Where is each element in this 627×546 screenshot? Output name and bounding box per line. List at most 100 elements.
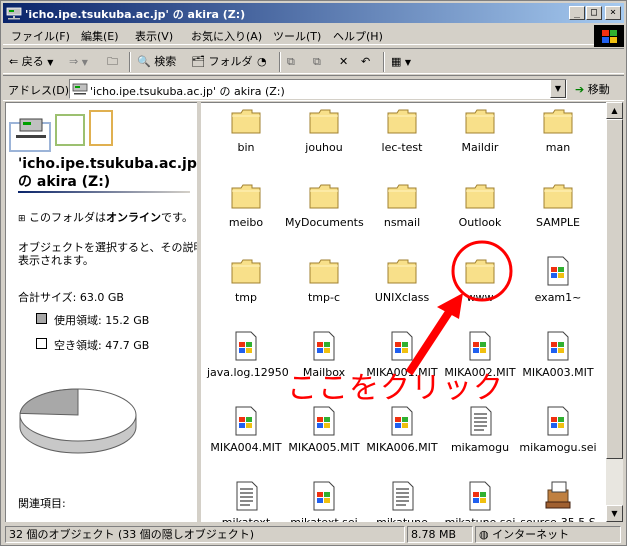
file-name: lec-test — [381, 141, 423, 154]
menu-view[interactable]: 表示(V) — [135, 28, 173, 44]
file-item[interactable]: mikatext.sei — [285, 478, 363, 522]
file-item[interactable]: java.log.12950 — [207, 328, 289, 400]
go-label: 移動 — [587, 83, 610, 96]
file-name: exam1~ — [534, 291, 582, 304]
status-zone-label: インターネット — [492, 528, 570, 541]
address-input[interactable]: 'icho.ipe.tsukuba.ac.jp' の akira (Z:) ▼ — [69, 79, 567, 99]
copy-to-button[interactable]: ⧉ — [313, 53, 321, 71]
folders-button[interactable]: 🗂 フォルダ — [191, 53, 252, 71]
file-name: SAMPLE — [536, 216, 580, 229]
status-size: 8.78 MB — [407, 526, 473, 543]
folder-item[interactable]: UNIXclass — [363, 253, 441, 325]
status-bar: 32 個のオブジェクト (33 個の隠しオブジェクト) 8.78 MB ◍ イン… — [3, 524, 624, 544]
menu-favorites[interactable]: お気に入り(A) — [191, 28, 262, 44]
online-suffix: です。 — [161, 211, 193, 224]
file-item[interactable]: MIKA006.MIT — [363, 403, 441, 475]
text-document-icon — [392, 481, 414, 511]
scroll-down-button[interactable]: ▼ — [606, 505, 623, 522]
file-item[interactable]: mikatune.sei — [441, 478, 519, 522]
windows-file-icon — [235, 406, 257, 436]
undo-button[interactable]: ↶ — [361, 53, 370, 71]
online-prefix: このフォルダは — [29, 211, 107, 224]
up-folder-icon: 🗀 — [107, 55, 118, 68]
file-item[interactable]: mikatext — [207, 478, 285, 522]
file-name: UNIXclass — [374, 291, 430, 304]
go-button[interactable]: ➔ 移動 — [575, 81, 610, 97]
file-item[interactable]: mikatune — [363, 478, 441, 522]
menu-help[interactable]: ヘルプ(H) — [333, 28, 383, 44]
vertical-scrollbar[interactable]: ▲ ▼ — [606, 102, 623, 522]
search-label: 検索 — [154, 55, 177, 68]
forward-button[interactable]: ⇒ ▼ — [69, 53, 88, 71]
folder-item[interactable]: lec-test — [363, 103, 441, 175]
folder-item[interactable]: Maildir — [441, 103, 519, 175]
close-button[interactable]: × — [605, 6, 621, 20]
maximize-button[interactable]: □ — [586, 6, 602, 20]
folders-icon: 🗂 — [191, 55, 205, 68]
menu-file[interactable]: ファイル(F) — [11, 28, 70, 44]
title-bar[interactable]: 'icho.ipe.tsukuba.ac.jp' の akira (Z:) _ … — [3, 3, 624, 23]
click-here-annotation: ここをクリック — [287, 371, 504, 406]
folder-item[interactable]: bin — [207, 103, 285, 175]
folder-item[interactable]: tmp-c — [285, 253, 363, 325]
title-divider — [18, 191, 190, 193]
file-item[interactable]: mikamogu.sei — [519, 403, 597, 475]
folder-icon — [387, 109, 417, 134]
folder-title-line2: の akira (Z:) — [18, 174, 111, 190]
back-button[interactable]: ⇐ 戻る ▼ — [9, 53, 53, 71]
disk-usage-pie — [19, 388, 137, 454]
address-label: アドレス(D) — [8, 84, 70, 97]
search-button[interactable]: 🔍 検索 — [137, 53, 176, 71]
menu-edit[interactable]: 編集(E) — [81, 28, 119, 44]
file-item[interactable]: MIKA004.MIT — [207, 403, 285, 475]
online-status[interactable]: ⊞ このフォルダはオンラインです。 — [18, 209, 193, 225]
related-links-label: 関連項目: — [18, 497, 66, 510]
folder-item[interactable]: tmp — [207, 253, 285, 325]
folder-item[interactable]: MyDocuments — [285, 178, 364, 250]
windows-file-icon — [547, 406, 569, 436]
delete-button[interactable]: ✕ — [339, 53, 348, 71]
scroll-thumb[interactable] — [606, 119, 623, 459]
windows-file-icon — [469, 331, 491, 361]
capacity-text: 合計サイズ: 63.0 GB — [18, 291, 124, 304]
file-item[interactable]: mikamogu — [441, 403, 519, 475]
file-name: source-35.5.S — [519, 516, 597, 522]
menu-tools[interactable]: ツール(T) — [273, 28, 321, 44]
address-dropdown-button[interactable]: ▼ — [550, 80, 566, 98]
history-icon: ◔ — [257, 55, 267, 68]
scroll-up-button[interactable]: ▲ — [606, 102, 623, 119]
folder-item[interactable]: SAMPLE — [519, 178, 597, 250]
folder-item[interactable]: Outlook — [441, 178, 519, 250]
file-list-view[interactable]: bin jouhou lec-test Maildir man meibo MyDocume… — [201, 102, 606, 522]
views-button[interactable]: ▦ ▼ — [391, 53, 411, 71]
windows-file-icon — [391, 406, 413, 436]
toolbar: ⇐ 戻る ▼ ⇒ ▼ 🗀 🔍 検索 🗂 フォルダ ◔ ⧉ ⧉ ✕ ↶ ▦ ▼ — [3, 48, 624, 74]
move-to-button[interactable]: ⧉ — [287, 53, 295, 71]
folder-item[interactable]: nsmail — [363, 178, 441, 250]
file-item[interactable]: MIKA005.MIT — [285, 403, 363, 475]
pie-used-slice — [19, 388, 79, 416]
free-legend-swatch — [36, 338, 47, 349]
folder-icon — [387, 259, 417, 284]
folder-item[interactable]: www — [441, 253, 519, 325]
folder-info-pane: 'icho.ipe.tsukuba.ac.jp の akira (Z:) ⊞ こ… — [5, 102, 197, 522]
windows-file-icon — [469, 481, 491, 511]
minimize-button[interactable]: _ — [569, 6, 585, 20]
folder-icon — [309, 259, 339, 284]
history-button[interactable]: ◔ — [257, 53, 267, 71]
folder-item[interactable]: jouhou — [285, 103, 363, 175]
folder-icon — [543, 184, 573, 209]
folder-item[interactable]: meibo — [207, 178, 285, 250]
folder-icon — [231, 109, 261, 134]
file-item[interactable]: MIKA003.MIT — [519, 328, 597, 400]
up-folder-button[interactable]: 🗀 — [107, 53, 118, 71]
windows-file-icon — [313, 481, 335, 511]
text-document-icon — [236, 481, 258, 511]
used-space-text: 使用領域: 15.2 GB — [54, 314, 150, 327]
folder-icon — [231, 259, 261, 284]
file-name: mikamogu.sei — [519, 441, 597, 454]
file-item[interactable]: exam1~ — [519, 253, 597, 325]
folder-item[interactable]: man — [519, 103, 597, 175]
file-item[interactable]: source-35.5.S — [519, 478, 597, 522]
folder-icon — [465, 259, 495, 284]
